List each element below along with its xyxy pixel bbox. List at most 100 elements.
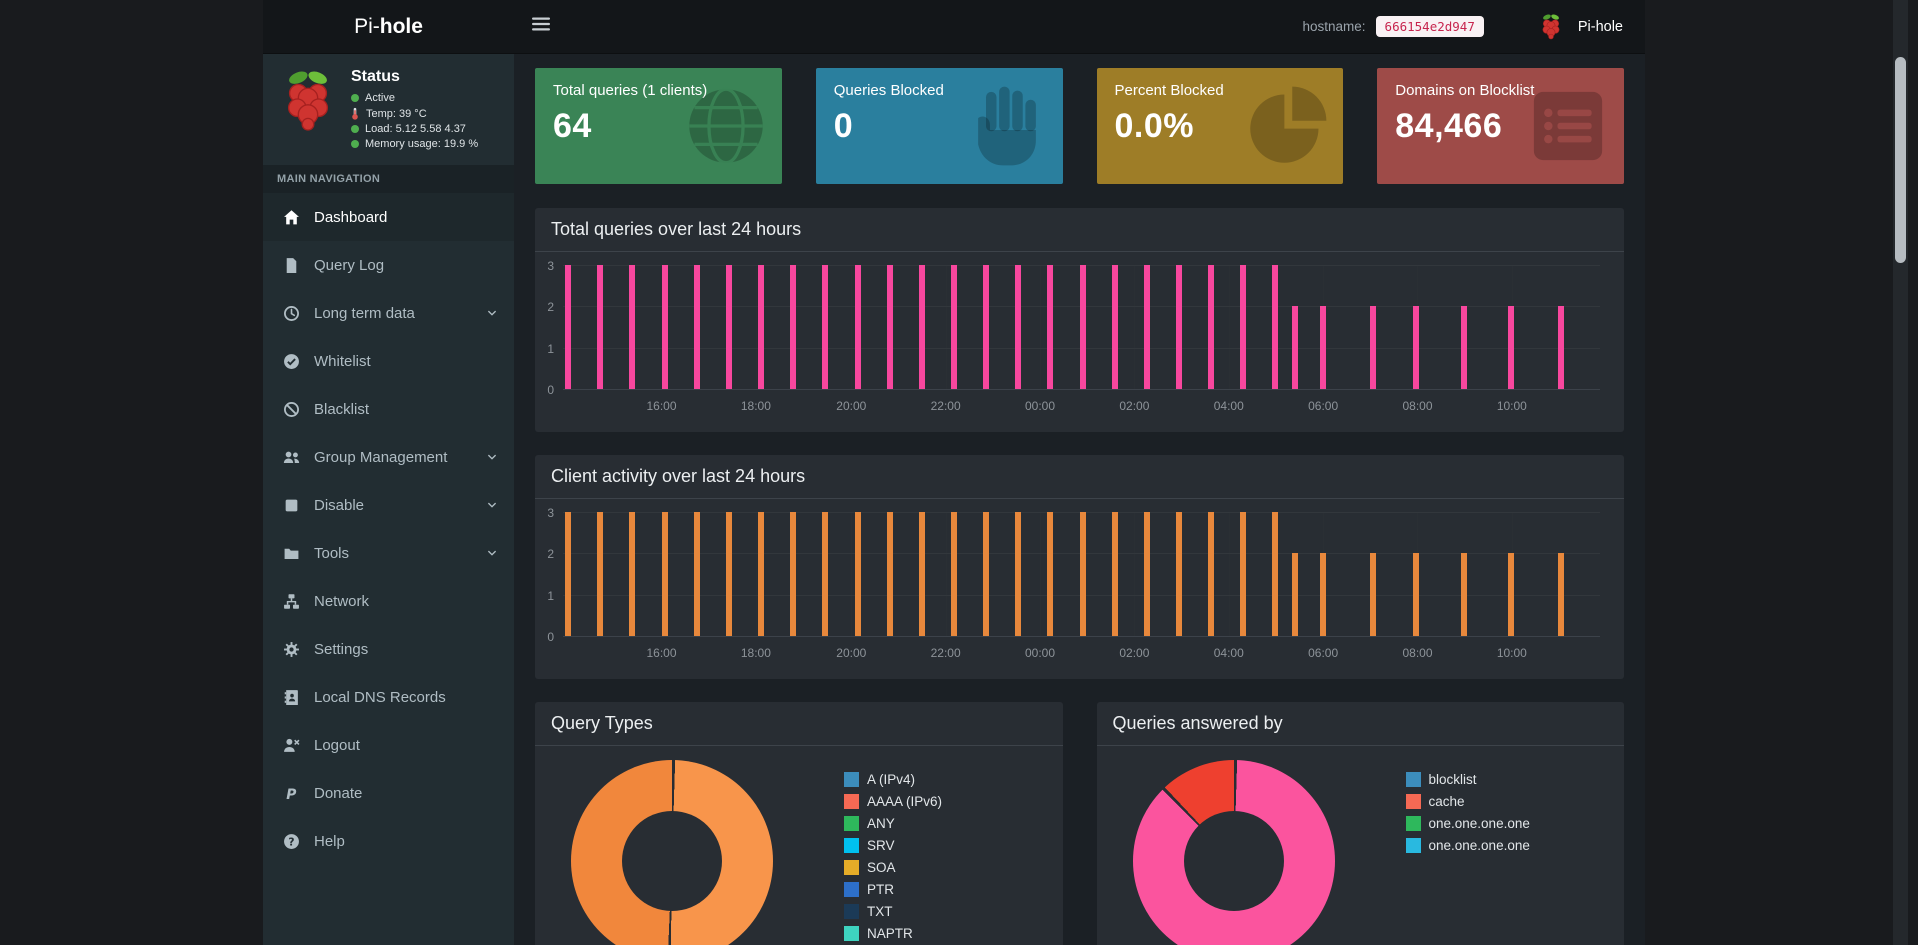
bar[interactable] <box>565 512 572 636</box>
bar[interactable] <box>1208 265 1215 389</box>
bar[interactable] <box>1272 265 1279 389</box>
sidebar-item-group-management[interactable]: Group Management <box>263 433 514 481</box>
sidebar-item-logout[interactable]: Logout <box>263 721 514 769</box>
legend-item[interactable]: blocklist <box>1405 772 1530 787</box>
sidebar-item-query-log[interactable]: Query Log <box>263 241 514 289</box>
sidebar-item-local-dns-records[interactable]: Local DNS Records <box>263 673 514 721</box>
bar[interactable] <box>1079 265 1086 389</box>
sidebar-item-help[interactable]: ? Help <box>263 817 514 865</box>
bar[interactable] <box>950 512 957 636</box>
bar[interactable] <box>1143 265 1150 389</box>
bar[interactable] <box>1208 512 1215 636</box>
bar[interactable] <box>1461 306 1468 389</box>
bar[interactable] <box>1047 265 1054 389</box>
sidebar-item-tools[interactable]: Tools <box>263 529 514 577</box>
bar[interactable] <box>661 265 668 389</box>
legend-item[interactable]: AAAA (IPv6) <box>844 794 942 809</box>
sidebar-item-whitelist[interactable]: Whitelist <box>263 337 514 385</box>
bar[interactable] <box>983 265 990 389</box>
legend-item[interactable]: NAPTR <box>844 926 942 941</box>
bar[interactable] <box>597 512 604 636</box>
bar[interactable] <box>886 512 893 636</box>
bar[interactable] <box>758 265 765 389</box>
total-queries-chart[interactable]: 16:00 18:00 20:00 22:00 00:00 02:00 04:00 06:00… <box>547 259 1600 413</box>
legend-swatch <box>844 882 859 897</box>
brand-logo[interactable]: Pi-hole <box>263 0 514 53</box>
legend-item[interactable]: SRV <box>844 838 942 853</box>
bar[interactable] <box>565 265 572 389</box>
legend-item[interactable]: one.one.one.one <box>1405 816 1530 831</box>
bar[interactable] <box>1320 553 1327 636</box>
bar[interactable] <box>1507 306 1514 389</box>
bar[interactable] <box>1461 553 1468 636</box>
x-axis-label: 08:00 <box>1402 399 1433 413</box>
bar[interactable] <box>1557 553 1564 636</box>
bar[interactable] <box>1240 265 1247 389</box>
bar[interactable] <box>1557 306 1564 389</box>
bar[interactable] <box>950 265 957 389</box>
bar[interactable] <box>1507 553 1514 636</box>
bar[interactable] <box>597 265 604 389</box>
bar[interactable] <box>854 265 861 389</box>
sidebar-item-blacklist[interactable]: Blacklist <box>263 385 514 433</box>
bar[interactable] <box>1413 553 1420 636</box>
bar[interactable] <box>886 265 893 389</box>
bar[interactable] <box>1175 512 1182 636</box>
bar[interactable] <box>1369 553 1376 636</box>
bar[interactable] <box>693 512 700 636</box>
bar[interactable] <box>693 265 700 389</box>
bar[interactable] <box>822 265 829 389</box>
legend-item[interactable]: ANY <box>844 816 942 831</box>
panel-client-activity: Client activity over last 24 hours 16:00… <box>535 455 1624 679</box>
bar[interactable] <box>1079 512 1086 636</box>
bar[interactable] <box>1292 306 1299 389</box>
bar[interactable] <box>1175 265 1182 389</box>
bar[interactable] <box>918 265 925 389</box>
sidebar-item-dashboard[interactable]: Dashboard <box>263 193 514 241</box>
bar[interactable] <box>1240 512 1247 636</box>
bar[interactable] <box>725 512 732 636</box>
scrollbar[interactable] <box>1893 0 1908 945</box>
bar[interactable] <box>1320 306 1327 389</box>
legend-item[interactable]: SOA <box>844 860 942 875</box>
bar[interactable] <box>918 512 925 636</box>
bar[interactable] <box>629 265 636 389</box>
bar[interactable] <box>1272 512 1279 636</box>
bar[interactable] <box>1015 265 1022 389</box>
bar[interactable] <box>790 512 797 636</box>
bar[interactable] <box>1015 512 1022 636</box>
bar[interactable] <box>629 512 636 636</box>
legend-item[interactable]: PTR <box>844 882 942 897</box>
bar[interactable] <box>725 265 732 389</box>
bar[interactable] <box>1143 512 1150 636</box>
bar[interactable] <box>1292 553 1299 636</box>
bar[interactable] <box>758 512 765 636</box>
sidebar-item-disable[interactable]: Disable <box>263 481 514 529</box>
bar[interactable] <box>822 512 829 636</box>
bar[interactable] <box>1111 512 1118 636</box>
bar[interactable] <box>854 512 861 636</box>
legend-item[interactable]: TXT <box>844 904 942 919</box>
sidebar-toggle-button[interactable] <box>514 0 568 53</box>
legend-item[interactable]: A (IPv4) <box>844 772 942 787</box>
bar[interactable] <box>790 265 797 389</box>
legend-swatch <box>1405 838 1421 853</box>
sidebar-item-network[interactable]: Network <box>263 577 514 625</box>
legend-item[interactable]: one.one.one.one <box>1405 838 1530 853</box>
bar[interactable] <box>1111 265 1118 389</box>
bar[interactable] <box>983 512 990 636</box>
sidebar-item-donate[interactable]: P Donate <box>263 769 514 817</box>
sidebar-item-settings[interactable]: Settings <box>263 625 514 673</box>
summary-cards: Total queries (1 clients) 64 Queries Blo… <box>535 68 1624 184</box>
bar[interactable] <box>1047 512 1054 636</box>
client-activity-chart[interactable]: 16:00 18:00 20:00 22:00 00:00 02:00 04:00 06:00… <box>547 506 1600 660</box>
legend-item[interactable]: cache <box>1405 794 1530 809</box>
query-types-donut[interactable] <box>571 760 773 945</box>
queries-answered-donut[interactable] <box>1132 760 1335 945</box>
bar[interactable] <box>661 512 668 636</box>
sidebar-item-long-term-data[interactable]: Long term data <box>263 289 514 337</box>
address-book-icon <box>279 689 303 706</box>
scrollbar-thumb[interactable] <box>1895 57 1906 263</box>
bar[interactable] <box>1369 306 1376 389</box>
bar[interactable] <box>1413 306 1420 389</box>
